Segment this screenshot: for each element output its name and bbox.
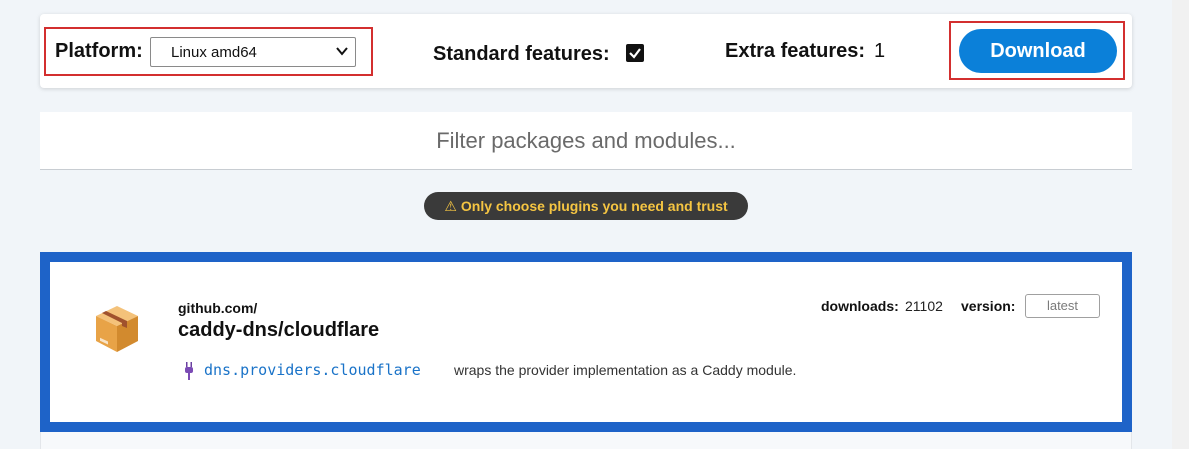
chevron-down-icon (336, 47, 348, 56)
platform-label: Platform: (55, 40, 143, 62)
downloads-label: downloads: (821, 298, 899, 314)
extra-features-label: Extra features: (725, 40, 866, 62)
build-toolbar: Platform: Linux amd64 Standard features:… (40, 14, 1132, 88)
package-card-selected[interactable]: github.com/ caddy-dns/cloudflare downloa… (40, 252, 1132, 432)
standard-features-label: Standard features: (433, 43, 610, 65)
standard-features-checkbox[interactable] (626, 44, 644, 62)
trust-warning-text: Only choose plugins you need and trust (460, 198, 728, 214)
package-card[interactable]: github.com/ caddy-dns/cloudflare downloa… (50, 262, 1122, 422)
version-input[interactable]: latest (1025, 294, 1100, 318)
package-box-icon (96, 306, 138, 352)
warning-icon: ⚠ (444, 198, 457, 214)
module-description: wraps the provider implementation as a C… (454, 362, 797, 378)
download-button[interactable]: Download (959, 29, 1117, 73)
module-link[interactable]: dns.providers.cloudflare (204, 361, 421, 379)
trust-warning-badge: ⚠ Only choose plugins you need and trust (424, 192, 748, 220)
extra-features-count: 1 (874, 40, 886, 62)
platform-select[interactable]: Linux amd64 (150, 37, 356, 67)
downloads-count: 21102 (905, 298, 943, 314)
plug-icon (185, 362, 193, 380)
checkmark-icon (629, 48, 641, 59)
platform-select-value: Linux amd64 (171, 44, 257, 61)
package-host: github.com/ (178, 300, 258, 316)
next-package-card (40, 432, 1132, 449)
filter-input[interactable]: Filter packages and modules... (40, 112, 1132, 170)
package-name[interactable]: caddy-dns/cloudflare (178, 319, 379, 342)
version-label: version: (961, 298, 1016, 314)
page-scrollbar[interactable] (1172, 0, 1189, 449)
